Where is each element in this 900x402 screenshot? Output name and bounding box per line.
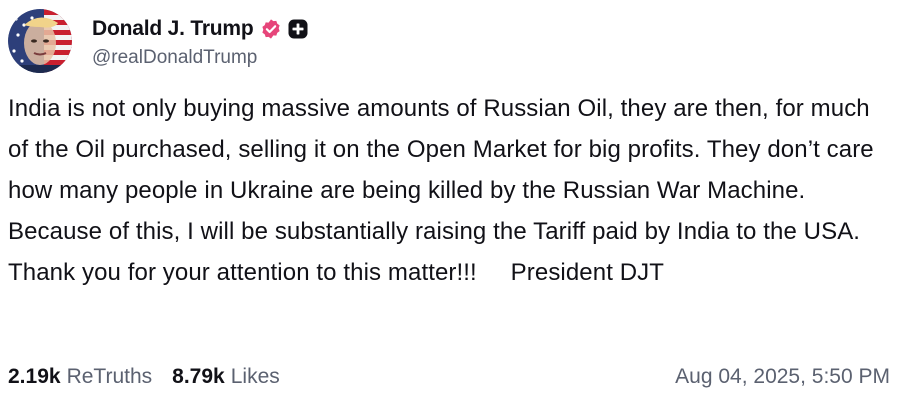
author-display-name[interactable]: Donald J. Trump — [92, 17, 254, 41]
avatar-image-icon — [8, 9, 72, 73]
post-text: India is not only buying massive amounts… — [8, 95, 881, 286]
likes-count: 8.79k — [172, 365, 225, 388]
author-avatar[interactable] — [8, 9, 72, 73]
retruths-count: 2.19k — [8, 365, 61, 388]
post-timestamp[interactable]: Aug 04, 2025, 5:50 PM — [675, 365, 890, 389]
plus-badge-icon — [288, 19, 308, 39]
verified-badge-icon — [260, 18, 282, 40]
likes-label: Likes — [230, 365, 280, 388]
likes-stat[interactable]: 8.79k Likes — [172, 365, 280, 389]
name-row: Donald J. Trump — [92, 13, 308, 45]
post-header: Donald J. Trump @realDonaldTrump — [8, 8, 308, 74]
retruths-label: ReTruths — [66, 365, 153, 388]
post-footer: 2.19k ReTruths 8.79k Likes Aug 04, 2025,… — [8, 360, 890, 394]
retruths-stat[interactable]: 2.19k ReTruths — [8, 365, 152, 389]
author-handle[interactable]: @realDonaldTrump — [92, 47, 308, 69]
author-names: Donald J. Trump @realDonaldTrump — [92, 13, 308, 69]
truth-post: Donald J. Trump @realDonaldTrump India i… — [0, 0, 900, 402]
